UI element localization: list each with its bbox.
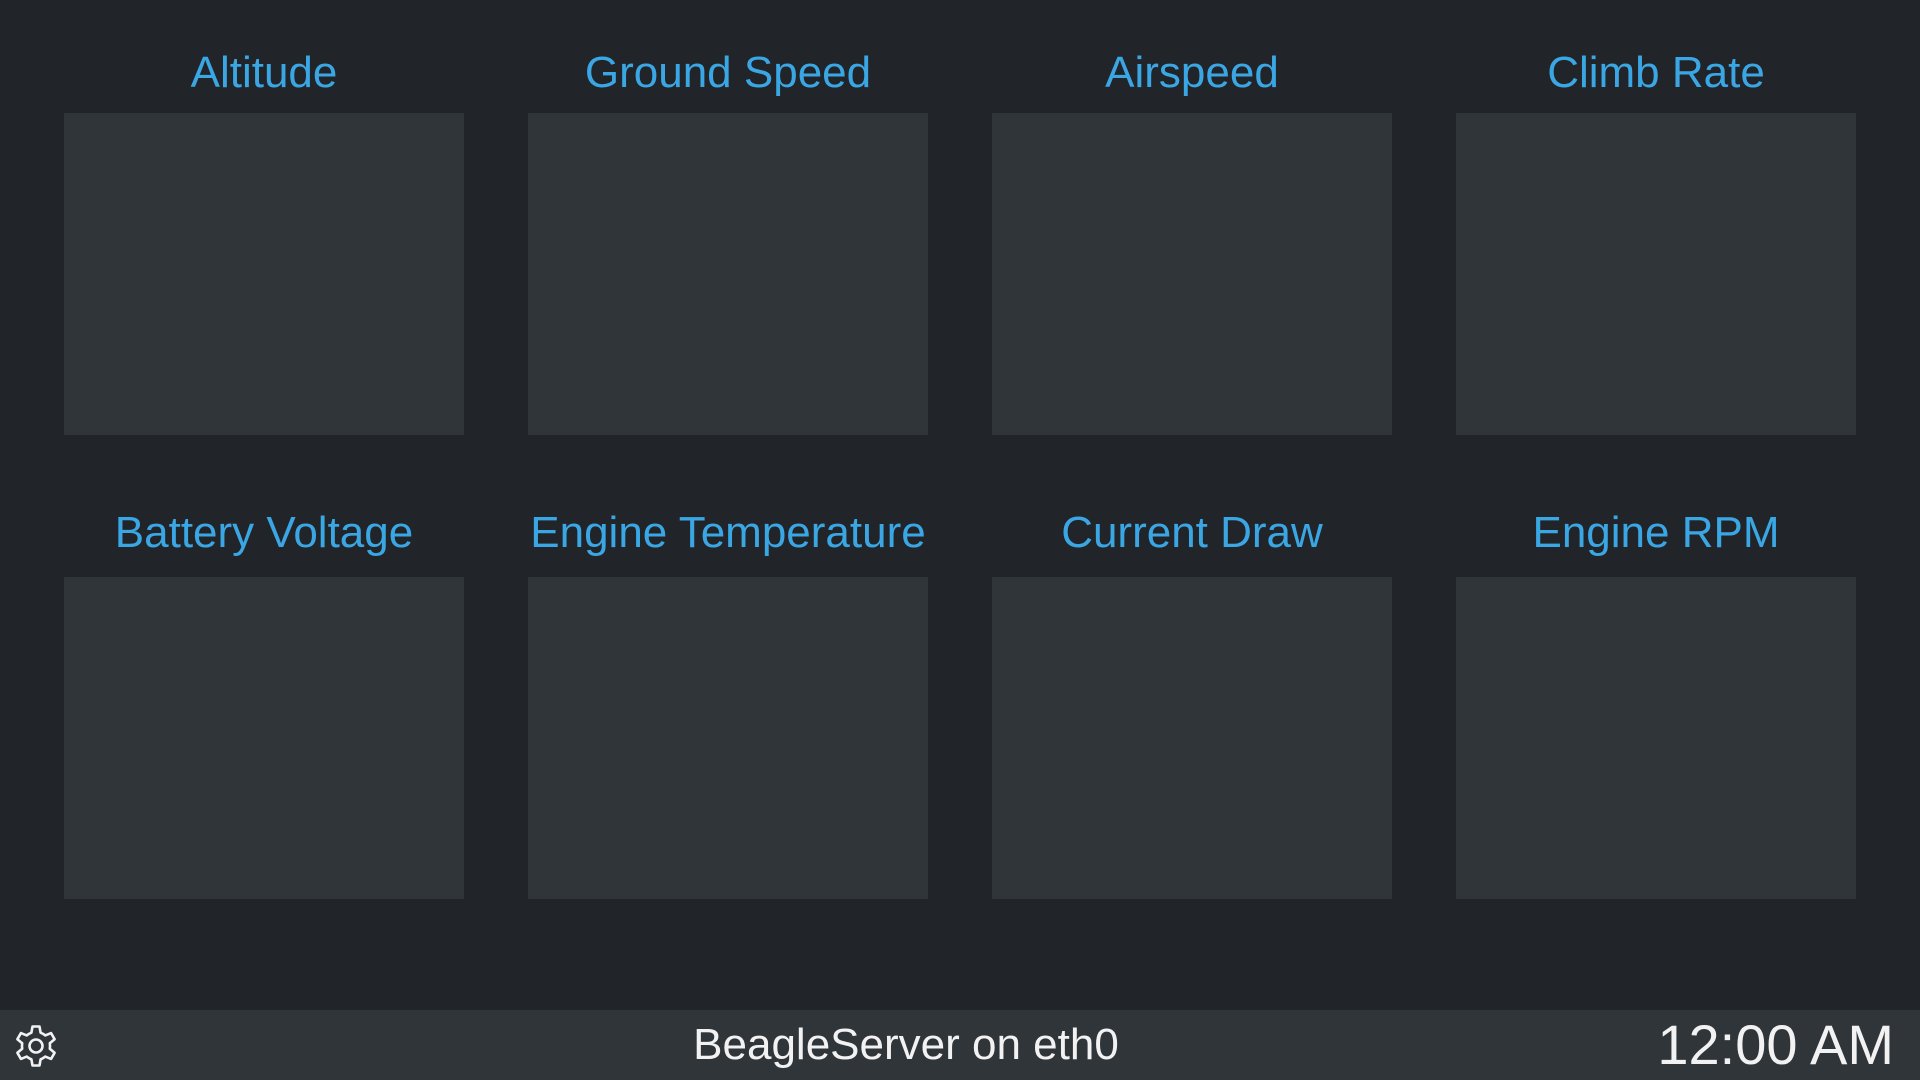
gauge-panel xyxy=(64,113,464,435)
gauge-panel xyxy=(992,577,1392,899)
gauge-panel xyxy=(1456,113,1856,435)
gauge-title: Engine Temperature xyxy=(530,508,926,557)
gauge-panel xyxy=(992,113,1392,435)
status-bar: BeagleServer on eth0 12:00 AM xyxy=(0,1010,1920,1080)
gauge-panel xyxy=(528,113,928,435)
gauge-title: Climb Rate xyxy=(1547,48,1765,97)
gauge-title: Battery Voltage xyxy=(114,508,414,557)
gauge-panel xyxy=(1456,577,1856,899)
server-status-text: BeagleServer on eth0 xyxy=(693,1020,1119,1069)
gauge-dashboard: Altitude Ground Speed Airspeed Climb Rat… xyxy=(0,0,1920,1010)
gauge-title: Altitude xyxy=(190,48,338,97)
gauge-panel xyxy=(64,577,464,899)
gauge-title: Current Draw xyxy=(1061,508,1323,557)
gauge-title: Engine RPM xyxy=(1532,508,1780,557)
clock: 12:00 AM xyxy=(1657,1013,1894,1076)
gauge-title: Airspeed xyxy=(1105,48,1279,97)
gauge-panel xyxy=(528,577,928,899)
gauge-title: Ground Speed xyxy=(584,48,872,97)
